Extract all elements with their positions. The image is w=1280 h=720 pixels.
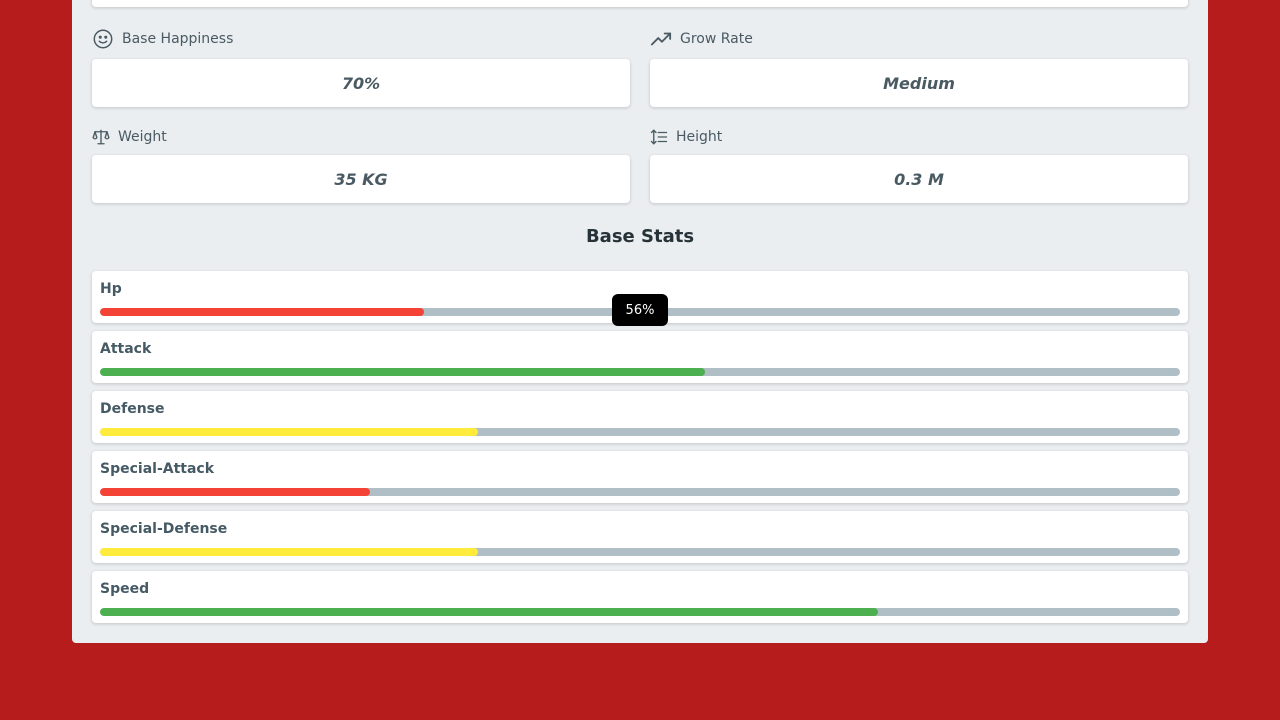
stat-bar-fill [100, 488, 370, 496]
height-value: 0.3 M [650, 155, 1188, 203]
stat-bar-track [100, 428, 1180, 436]
stat-bar-fill [100, 308, 424, 316]
stat-bar-fill [100, 428, 478, 436]
weight-label: Weight [118, 129, 167, 145]
base-happiness-field: Base Happiness 70% [92, 27, 630, 107]
stat-row-special-defense[interactable]: Special-Defense [92, 511, 1188, 563]
stat-name: Attack [100, 341, 152, 357]
pokemon-details-panel: Base Happiness 70% Grow Rate Medium Weig… [72, 0, 1208, 643]
stat-name: Defense [100, 401, 165, 417]
stat-name: Special-Attack [100, 461, 215, 477]
weight-value: 35 KG [92, 155, 630, 203]
stat-name: Hp [100, 281, 122, 297]
stat-bar-fill [100, 368, 705, 376]
height-field: Height 0.3 M [650, 125, 1188, 203]
stat-bar-track [100, 548, 1180, 556]
height-label-row: Height [650, 125, 1188, 149]
stat-row-speed[interactable]: Speed [92, 571, 1188, 623]
stat-row-defense[interactable]: Defense [92, 391, 1188, 443]
scale-icon [92, 128, 110, 146]
smile-icon [92, 28, 114, 50]
stat-name: Special-Defense [100, 521, 228, 537]
previous-card [92, 0, 1188, 7]
stat-bar-track [100, 368, 1180, 376]
stat-name: Speed [100, 581, 150, 597]
base-happiness-label-row: Base Happiness [92, 27, 630, 51]
stat-row-attack[interactable]: Attack [92, 331, 1188, 383]
stat-row-special-attack[interactable]: Special-Attack [92, 451, 1188, 503]
base-happiness-value: 70% [92, 59, 630, 107]
weight-field: Weight 35 KG [92, 125, 630, 203]
line-spacing-icon [650, 128, 668, 146]
grow-rate-label: Grow Rate [680, 31, 753, 47]
stat-bar-fill [100, 608, 878, 616]
height-label: Height [676, 129, 723, 145]
stat-bar-track [100, 608, 1180, 616]
weight-label-row: Weight [92, 125, 630, 149]
trending-up-icon [650, 28, 672, 50]
grow-rate-field: Grow Rate Medium [650, 27, 1188, 107]
grow-rate-value: Medium [650, 59, 1188, 107]
stat-tooltip: 56% [612, 294, 668, 326]
stat-bar-fill [100, 548, 478, 556]
grow-rate-label-row: Grow Rate [650, 27, 1188, 51]
base-stats-title: Base Stats [585, 226, 695, 247]
stat-bar-track [100, 488, 1180, 496]
base-happiness-label: Base Happiness [122, 31, 234, 47]
